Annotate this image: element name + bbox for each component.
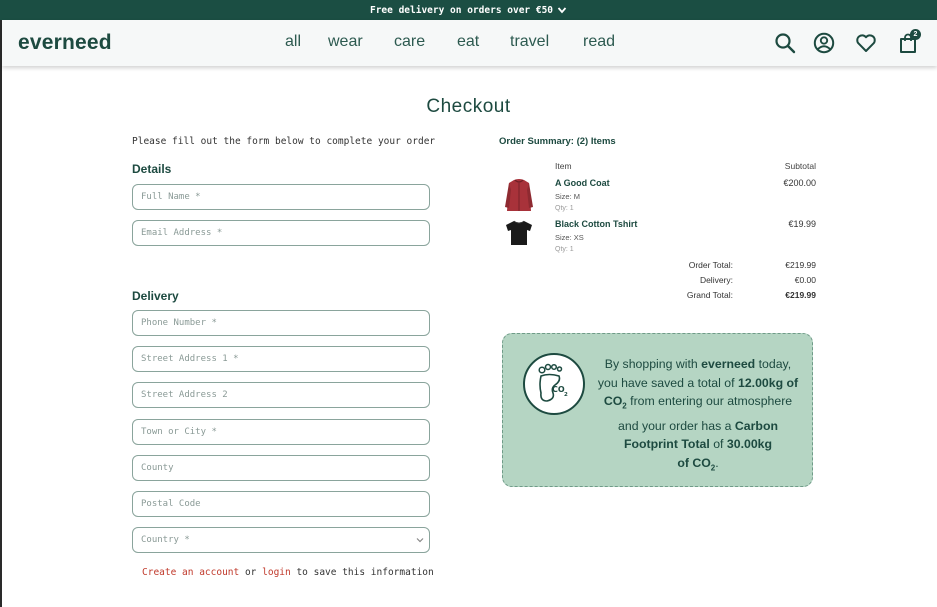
nav-travel[interactable]: travel [510,33,549,51]
footprint-badge: CO 2 [523,353,585,415]
heart-icon [856,34,876,52]
order-item: Black Cotton Tshirt Size: XS Qty: 1 €19.… [499,219,819,259]
postal-code-input[interactable] [141,499,429,509]
total-value: €219.99 [785,290,816,300]
email-input[interactable] [141,228,429,238]
carbon-text: By shopping with [604,357,702,371]
order-total-row: Order Total: €219.99 [600,260,816,275]
search-icon [775,33,796,54]
total-value: €0.00 [794,275,816,285]
form-intro: Please fill out the form below to comple… [132,136,436,147]
carbon-message: By shopping with everneed today, you hav… [595,355,801,478]
email-field[interactable] [132,220,430,246]
carbon-text: of [783,375,802,390]
save-info-text: Create an account or login to save this … [142,567,434,578]
svg-text:CO: CO [552,385,565,394]
footprint-co2-icon: CO 2 [538,363,568,402]
chevron-down-icon [416,538,424,543]
carbon-text: . [715,455,719,470]
full-name-input[interactable] [141,192,429,202]
item-price: €200.00 [783,178,816,188]
street2-field[interactable] [132,382,430,408]
promo-banner[interactable]: Free delivery on orders over €50 [0,0,937,20]
total-value: €219.99 [785,260,816,270]
red-coat-thumbnail[interactable] [501,178,537,214]
postal-code-field[interactable] [132,491,430,517]
town-input[interactable] [141,427,429,437]
wishlist-button[interactable] [855,32,877,54]
cart-count-badge: 2 [910,29,921,40]
total-label: Grand Total: [686,290,733,300]
subtotal-column-header: Subtotal [784,161,816,171]
black-tshirt-thumbnail[interactable] [501,215,537,251]
window-edge [0,0,2,607]
order-totals: Order Total: €219.99 Delivery: €0.00 Gra… [600,260,816,305]
account-button[interactable] [813,32,835,54]
order-item: A Good Coat Size: M Qty: 1 €200.00 [499,178,819,218]
login-link[interactable]: login [262,567,291,578]
item-size: Size: M [555,192,581,201]
page-title: Checkout [426,96,511,117]
item-size: Size: XS [555,233,584,242]
item-qty: Qty: 1 [555,246,574,253]
co2-label: CO [692,455,711,470]
street1-field[interactable] [132,346,430,372]
nav-all[interactable]: all [285,33,301,51]
cart-button[interactable]: 2 [897,29,921,54]
full-name-field[interactable] [132,184,430,210]
svg-text:2: 2 [564,392,568,398]
street2-input[interactable] [141,390,429,400]
phone-field[interactable] [132,310,430,336]
carbon-savings-panel: CO 2 By shopping with everneed today, yo… [502,333,813,487]
nav-read[interactable]: read [583,33,615,51]
carbon-brand: everneed [701,357,756,371]
main-nav: all wear care eat travel read [2,33,937,53]
details-heading: Details [132,162,172,176]
county-field[interactable] [132,455,430,481]
grand-total-row: Grand Total: €219.99 [600,290,816,305]
save-info-suffix: to save this information [290,567,434,578]
country-select-value: Country * [141,535,190,545]
save-info-or: or [239,567,263,578]
create-account-link[interactable]: Create an account [142,567,239,578]
item-column-header: Item [555,161,572,171]
chevron-down-icon [557,7,567,14]
street1-input[interactable] [141,354,429,364]
nav-eat[interactable]: eat [457,33,479,51]
nav-wear[interactable]: wear [328,33,363,51]
order-summary-heading: Order Summary: (2) Items [499,136,616,147]
delivery-row: Delivery: €0.00 [600,275,816,290]
carbon-footprint-amount: 30.00kg [726,437,773,452]
item-qty: Qty: 1 [555,205,574,212]
account-icon [813,32,835,54]
nav-care[interactable]: care [394,33,425,51]
carbon-text: of [677,455,693,470]
total-label: Order Total: [688,260,733,270]
site-header: everneed all wear care eat travel read 2 [2,20,937,66]
item-name[interactable]: Black Cotton Tshirt [555,219,637,229]
delivery-heading: Delivery [132,289,179,303]
co2-label: CO [603,394,623,409]
item-price: €19.99 [788,219,816,229]
carbon-saved-amount: 12.00kg [737,375,784,390]
item-name[interactable]: A Good Coat [555,178,610,188]
town-field[interactable] [132,419,430,445]
country-select[interactable]: Country * [132,527,430,553]
county-input[interactable] [141,463,429,473]
total-label: Delivery: [699,275,733,285]
search-button[interactable] [774,32,796,54]
carbon-text: of [709,437,727,452]
phone-input[interactable] [141,318,429,328]
promo-text: Free delivery on orders over €50 [369,4,554,16]
